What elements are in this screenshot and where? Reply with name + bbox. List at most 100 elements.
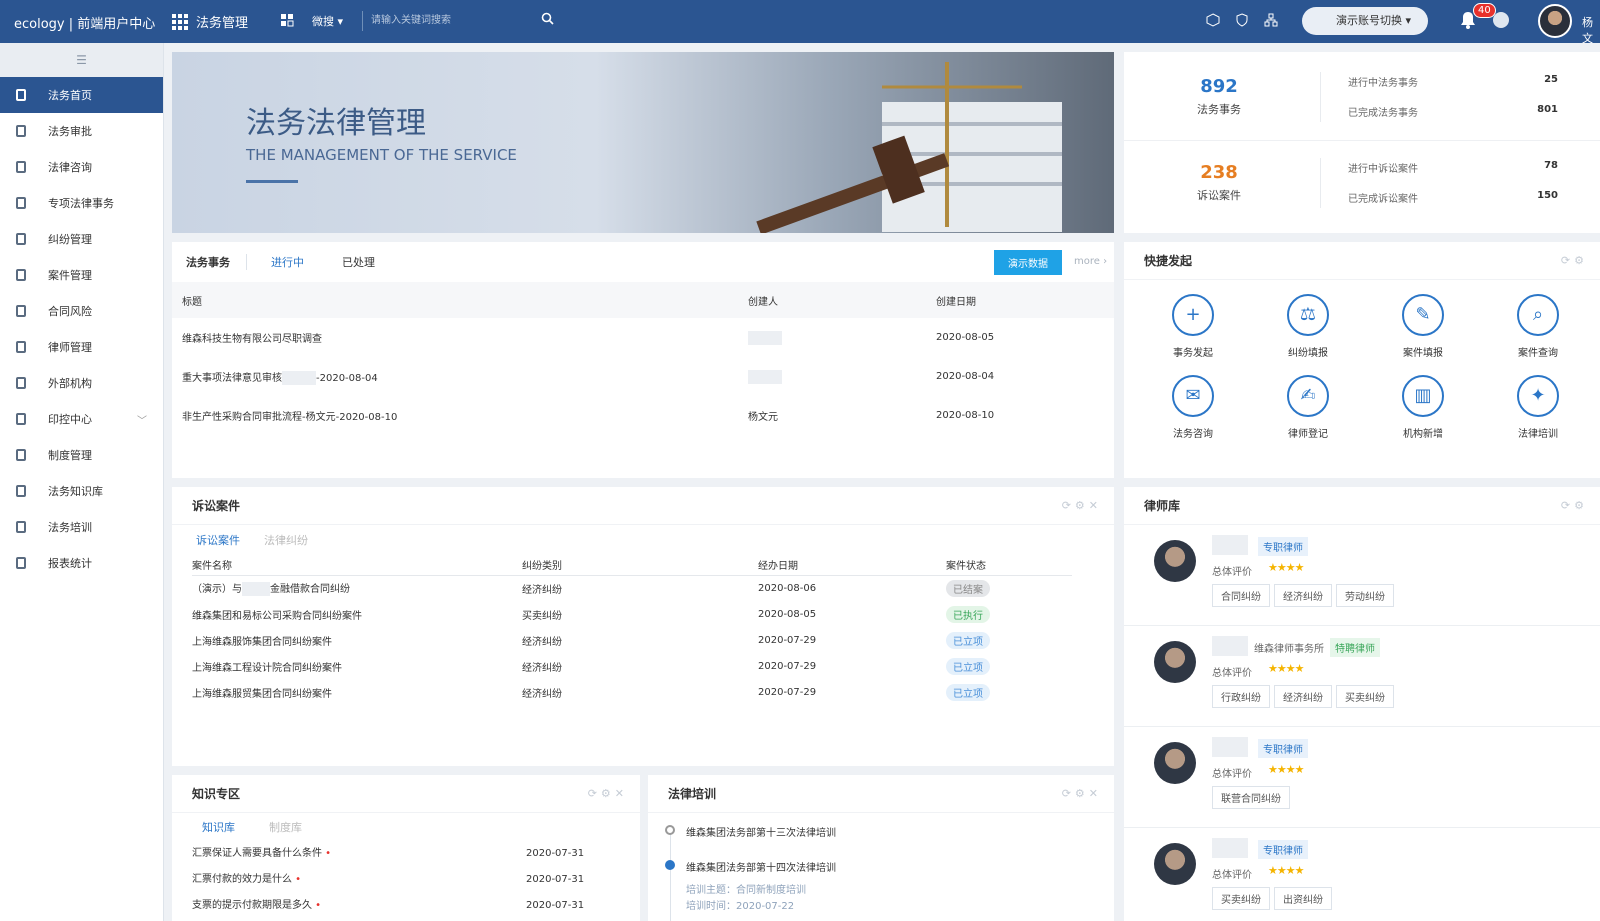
sidebar: ☰ 法务首页法务审批法律咨询 专项法律事务 纠纷管理 案件管理 合同风险 律师管理外部机构… xyxy=(0,43,164,921)
litigation-table: 案件名称 纠纷类别 经办日期 案件状态 （演示）与 金融借款合同纠纷 经济纠纷 2020-0… xyxy=(192,555,1072,705)
collapse-menu-icon[interactable]: ☰ xyxy=(0,43,163,77)
table-row[interactable]: 上海维森工程设计院合同纠纷案件 经济纠纷 2020-07-29 已立项 xyxy=(192,653,1072,679)
org-chart-icon[interactable] xyxy=(1264,13,1278,27)
sidebar-item-label: 外部机构 xyxy=(48,377,92,390)
status-badge: 已执行 xyxy=(946,605,990,623)
list-item[interactable]: 汇票保证人需要具备什么条件 • 2020-07-31 xyxy=(172,841,640,867)
notification-badge: 40 xyxy=(1473,3,1496,18)
lawyer-item[interactable]: 专职律师 总体评价 ★★★★ 联营合同纠纷 xyxy=(1124,727,1600,828)
search-icon[interactable] xyxy=(541,12,554,25)
gavel-scale-illustration xyxy=(756,62,1062,233)
table-row[interactable]: 上海维森服饰集团合同纠纷案件 经济纠纷 2020-07-29 已立项 xyxy=(192,627,1072,653)
sidebar-item[interactable]: 法律咨询 xyxy=(0,149,163,185)
sidebar-item[interactable]: 制度管理 xyxy=(0,437,163,473)
workbench-icon[interactable] xyxy=(280,13,294,27)
search-input[interactable]: 请输入关键词搜索 xyxy=(362,11,562,31)
tab-in-progress[interactable]: 进行中 xyxy=(271,254,304,270)
quick-action[interactable]: ▥ 机构新增 xyxy=(1378,375,1468,440)
cases-stat[interactable]: 238 诉讼案件 xyxy=(1164,162,1274,203)
quick-action[interactable]: ✉ 法务咨询 xyxy=(1148,375,1238,440)
tab-affairs[interactable]: 法务事务 xyxy=(186,254,247,270)
sidebar-item[interactable]: 法务首页 xyxy=(0,77,163,113)
affairs-card: 法务事务 进行中 已处理 演示数据 more › 标题 创建人 创建日期 维森科技生… xyxy=(172,242,1114,478)
litigation-card: 诉讼案件 ⟳⚙✕ 诉讼案件 法律纠纷 案件名称 纠纷类别 经办日期 案件状态 （演示）… xyxy=(172,487,1114,766)
sidebar-item[interactable]: 律师管理 xyxy=(0,329,163,365)
table-row[interactable]: 非生产性采购合同审批流程-杨文元-2020-08-10 杨文元 2020-08-10 xyxy=(172,396,1114,435)
quick-action-label: 机构新增 xyxy=(1403,429,1443,440)
user-avatar[interactable] xyxy=(1538,4,1572,38)
lawyer-tag: 特聘律师 xyxy=(1330,638,1380,657)
sidebar-item[interactable]: 合同风险 xyxy=(0,293,163,329)
sidebar-item[interactable]: 专项法律事务 xyxy=(0,185,163,221)
quick-action[interactable]: ⚖ 纠纷填报 xyxy=(1263,294,1353,359)
more-link[interactable]: more › xyxy=(1074,256,1107,267)
demo-data-button[interactable]: 演示数据 xyxy=(994,250,1062,275)
list-item[interactable]: 汇票付款的效力是什么 • 2020-07-31 xyxy=(172,867,640,893)
menu-icon xyxy=(16,89,26,101)
table-row[interactable]: 维森科技生物有限公司尽职调查 2020-08-05 xyxy=(172,318,1114,357)
lawyer-item[interactable]: 专职律师 总体评价 ★★★★ 合同纠纷 经济纠纷 劳动纠纷 xyxy=(1124,525,1600,626)
tab-litigation[interactable]: 诉讼案件 xyxy=(196,532,240,548)
sidebar-item[interactable]: 纠纷管理 xyxy=(0,221,163,257)
tab-processed[interactable]: 已处理 xyxy=(342,254,375,270)
account-switch-button[interactable]: 演示账号切换 ▾ xyxy=(1302,7,1428,35)
quick-action-icon: ✦ xyxy=(1517,375,1559,417)
status-badge: 已结案 xyxy=(946,579,990,597)
quick-action-icon: ✍ xyxy=(1287,375,1329,417)
affairs-count: 892 xyxy=(1200,76,1238,97)
table-row[interactable]: （演示）与 金融借款合同纠纷 经济纠纷 2020-08-06 已结案 xyxy=(192,575,1072,601)
sidebar-item[interactable]: 印控中心 ﹀ xyxy=(0,401,163,437)
training-item[interactable]: 维森集团法务部第十三次法律培训 xyxy=(686,824,836,839)
lawyer-item[interactable]: 专职律师 总体评价 ★★★★ 买卖纠纷 出资纠纷 xyxy=(1124,828,1600,921)
table-row[interactable]: 重大事项法律意见审核 -2020-08-04 2020-08-04 xyxy=(172,357,1114,396)
quick-action[interactable]: ✎ 案件填报 xyxy=(1378,294,1468,359)
more-icon[interactable] xyxy=(1493,12,1509,28)
app-menu[interactable]: 法务管理 xyxy=(172,12,248,31)
sidebar-item[interactable]: 外部机构 xyxy=(0,365,163,401)
cases-count: 238 xyxy=(1200,162,1238,183)
panel-tools-icon[interactable]: ⟳⚙✕ xyxy=(1062,787,1102,800)
tab-knowledge-base[interactable]: 知识库 xyxy=(202,819,235,835)
timeline-dot xyxy=(665,825,675,835)
sidebar-item[interactable]: 法务培训 xyxy=(0,509,163,545)
quick-action[interactable]: + 事务发起 xyxy=(1148,294,1238,359)
tab-regulations[interactable]: 制度库 xyxy=(269,819,302,835)
sidebar-item[interactable]: 报表统计 xyxy=(0,545,163,581)
dispute-category: 联营合同纠纷 xyxy=(1212,786,1290,809)
table-row[interactable]: 上海维森服贸集团合同纠纷案件 经济纠纷 2020-07-29 已立项 xyxy=(192,679,1072,705)
quick-action[interactable]: ✦ 法律培训 xyxy=(1493,375,1583,440)
banner: 法务法律管理 THE MANAGEMENT OF THE SERVICE xyxy=(172,52,1114,233)
sidebar-item-label: 法务审批 xyxy=(48,125,92,138)
panel-tools-icon[interactable]: ⟳⚙ xyxy=(1561,499,1588,512)
sidebar-item[interactable]: 案件管理 xyxy=(0,257,163,293)
menu-icon xyxy=(16,305,26,317)
panel-tools-icon[interactable]: ⟳⚙✕ xyxy=(588,787,628,800)
sidebar-item[interactable]: 法务知识库 xyxy=(0,473,163,509)
stat-row: 进行中法务事务 25 xyxy=(1348,74,1558,89)
user-name[interactable]: 杨文 xyxy=(1582,14,1600,46)
quick-action[interactable]: ⌕ 案件查询 xyxy=(1493,294,1583,359)
quick-action[interactable]: ✍ 律师登记 xyxy=(1263,375,1353,440)
lawyer-avatar xyxy=(1154,742,1196,784)
tab-disputes[interactable]: 法律纠纷 xyxy=(264,532,308,548)
dispute-category: 买卖纠纷 xyxy=(1336,685,1394,708)
search-scope-select[interactable]: 微搜 ▾ xyxy=(312,13,343,29)
sidebar-item[interactable]: 法务审批 xyxy=(0,113,163,149)
lawyer-tag: 专职律师 xyxy=(1258,537,1308,556)
sidebar-item-label: 法务培训 xyxy=(48,521,92,534)
app-name: 法务管理 xyxy=(196,16,249,31)
panel-tools-icon[interactable]: ⟳⚙✕ xyxy=(1062,499,1102,512)
menu-icon xyxy=(16,377,26,389)
lawyer-item[interactable]: 维森律师事务所 特聘律师 总体评价 ★★★★ 行政纠纷 经济纠纷 买卖纠纷 xyxy=(1124,626,1600,727)
training-title: 法律培训 xyxy=(648,775,1114,813)
table-row[interactable]: 维森集团和易标公司采购合同纠纷案件 买卖纠纷 2020-08-05 已执行 xyxy=(192,601,1072,627)
training-item[interactable]: 维森集团法务部第十四次法律培训 xyxy=(686,859,836,874)
affairs-stat[interactable]: 892 法务事务 xyxy=(1164,76,1274,117)
chevron-down-icon[interactable]: ﹀ xyxy=(137,412,147,427)
list-item[interactable]: 支票的提示付款期限是多久 • 2020-07-31 xyxy=(172,893,640,919)
dispute-category: 出资纠纷 xyxy=(1274,887,1332,910)
shield-icon[interactable] xyxy=(1235,13,1249,27)
cube-icon[interactable] xyxy=(1206,13,1220,27)
quick-action-icon: + xyxy=(1172,294,1214,336)
refresh-icon[interactable]: ⟳⚙ xyxy=(1561,254,1588,267)
